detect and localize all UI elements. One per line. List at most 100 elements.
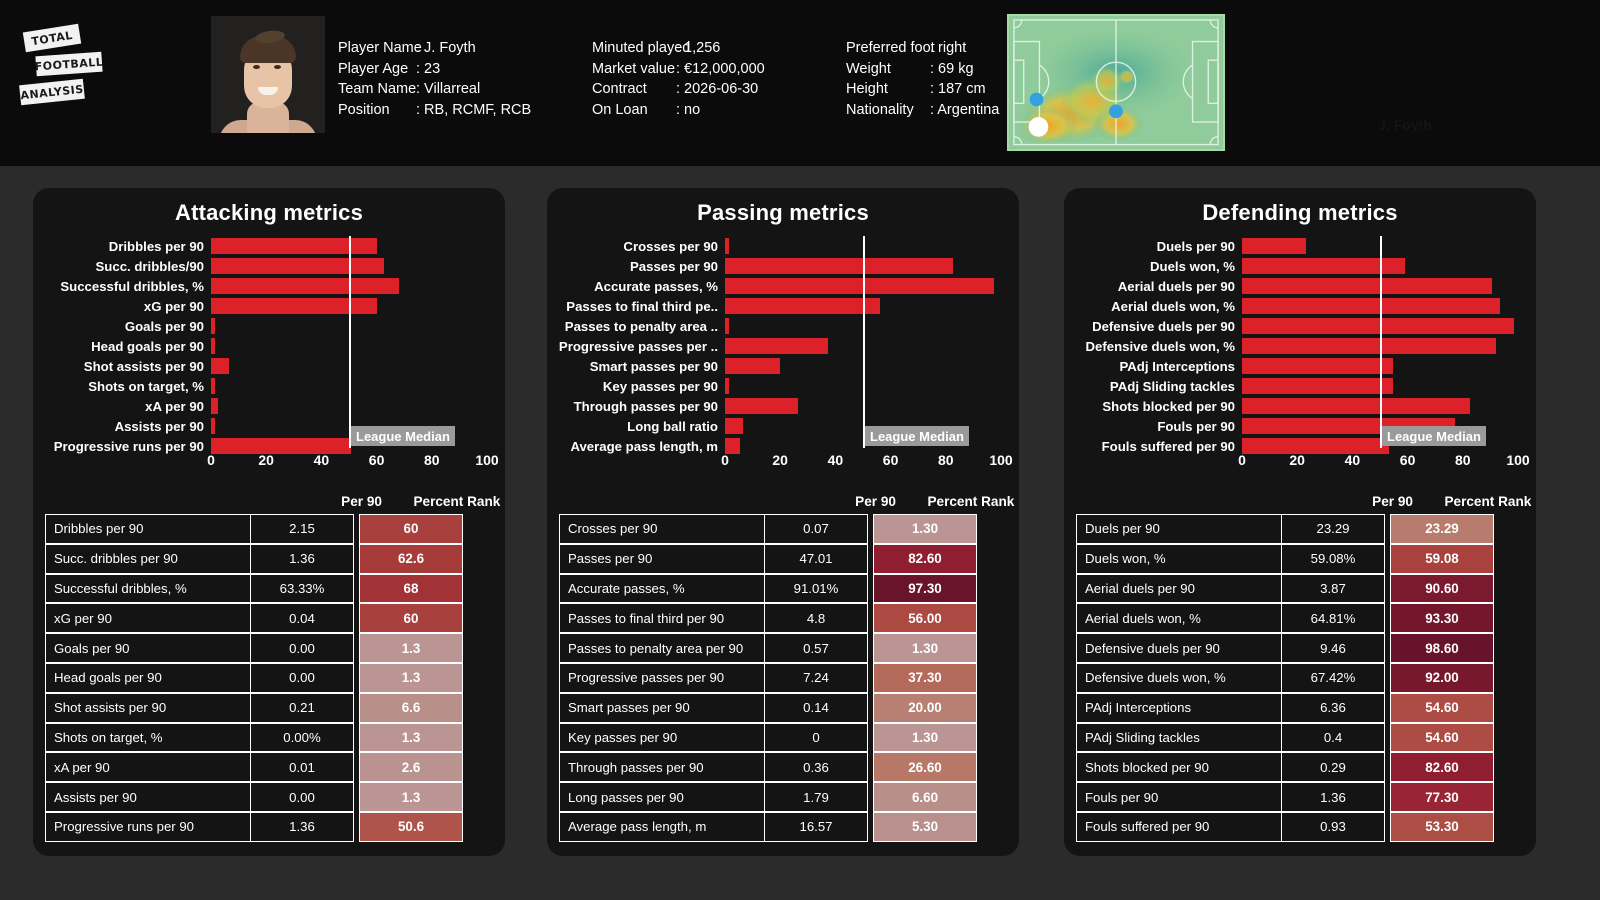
table-cell-per90: 0.00: [250, 662, 354, 693]
x-axis-tick: 60: [368, 452, 385, 468]
player-info-row: Height: 187 cm: [846, 79, 999, 100]
league-median-line: [349, 236, 351, 448]
table-cell-percent-rank: 1.30: [873, 514, 977, 544]
table-cell-metric: Crosses per 90: [559, 514, 764, 544]
table-cell-metric: Through passes per 90: [559, 752, 764, 783]
player-info-value: : 187 cm: [930, 81, 986, 97]
table-row: Through passes per 90 0.36 26.60: [547, 752, 1019, 783]
bar-value: [725, 238, 729, 254]
table-cell-per90: 1.36: [250, 811, 354, 842]
bar-value: [211, 238, 377, 254]
table-cell-percent-rank: 60: [359, 603, 463, 634]
player-info-value: : Argentina: [930, 101, 1000, 118]
table-cell-per90: 0.14: [764, 692, 868, 723]
bar-row: Crosses per 90: [547, 236, 1019, 256]
table-cell-percent-rank: 5.30: [873, 811, 977, 842]
player-info-key: Minuted played: [592, 40, 691, 56]
bar-row: Duels won, %: [1064, 256, 1536, 276]
bar-row: Passes per 90: [547, 256, 1019, 276]
table-header-per90: Per 90: [855, 493, 896, 509]
player-info-value: : 23: [416, 60, 441, 77]
x-axis-tick: 0: [1238, 452, 1246, 468]
table-cell-metric: Goals per 90: [45, 633, 250, 663]
bar-label: xA per 90: [145, 398, 204, 414]
player-info-row: Market value: €12,000,000: [592, 59, 765, 80]
heatmap-marker-blue-2: [1109, 104, 1123, 119]
player-info-value: : RB, RCMF, RCB: [416, 101, 532, 118]
table-row: Smart passes per 90 0.14 20.00: [547, 692, 1019, 723]
table-cell-per90: 16.57: [764, 811, 868, 842]
player-info-key: Player Age: [338, 60, 409, 77]
bar-value: [725, 418, 744, 434]
table-row: xG per 90 0.04 60: [33, 603, 505, 634]
table-cell-per90: 1.36: [1281, 782, 1385, 812]
table-row: Succ. dribbles per 90 1.36 62.6: [33, 543, 505, 574]
player-info-column-3: Preferred foot: right Weight: 69 kg Height…: [846, 38, 999, 120]
table-cell-metric: Smart passes per 90: [559, 692, 764, 723]
table-row: Duels won, % 59.08% 59.08: [1064, 543, 1536, 574]
bar-label: Duels won, %: [1150, 258, 1235, 274]
table-row: Fouls per 90 1.36 77.30: [1064, 782, 1536, 812]
bar-value: [211, 298, 377, 314]
bar-row: Key passes per 90: [547, 376, 1019, 396]
bar-label: Shots on target, %: [88, 378, 204, 394]
bar-value: [725, 398, 799, 414]
table-cell-percent-rank: 62.6: [359, 543, 463, 574]
table-row: Fouls suffered per 90 0.93 53.30: [1064, 811, 1536, 842]
bar-chart-passing: Crosses per 90 Passes per 90 Accurate pass…: [547, 236, 1019, 481]
bar-value: [1242, 378, 1393, 394]
table-cell-per90: 2.15: [250, 514, 354, 544]
player-info-column-1: Player Name: J. Foyth Player Age: 23 Team …: [338, 38, 531, 120]
bar-label: Accurate passes, %: [594, 278, 718, 294]
watermark-player-name: J. Foyth: [1378, 117, 1432, 133]
bar-label: Smart passes per 90: [589, 358, 718, 374]
table-cell-metric: PAdj Sliding tackles: [1076, 722, 1281, 753]
table-cell-per90: 67.42%: [1281, 662, 1385, 693]
bar-row: Duels per 90: [1064, 236, 1536, 256]
bar-row: PAdj Interceptions: [1064, 356, 1536, 376]
bar-row: Defensive duels per 90: [1064, 316, 1536, 336]
table-cell-percent-rank: 1.3: [359, 662, 463, 693]
table-cell-metric: Assists per 90: [45, 782, 250, 812]
player-info-row: Contract: 2026-06-30: [592, 79, 765, 100]
bar-label: Fouls suffered per 90: [1101, 438, 1235, 454]
bar-value: [725, 318, 729, 334]
x-axis-tick: 60: [882, 452, 899, 468]
metrics-table-defending: Per 90 Percent Rank Duels per 90 23.29 23.29…: [1064, 488, 1536, 842]
table-row: Duels per 90 23.29 23.29: [1064, 514, 1536, 544]
x-axis-tick: 100: [475, 452, 499, 468]
heatmap-marker-white: [1028, 117, 1049, 137]
x-axis-tick: 100: [1506, 452, 1530, 468]
bar-value: [1242, 398, 1470, 414]
table-cell-per90: 47.01: [764, 543, 868, 574]
bar-row: Shot assists per 90: [33, 356, 505, 376]
table-row: Shots blocked per 90 0.29 82.60: [1064, 752, 1536, 783]
table-cell-metric: Key passes per 90: [559, 722, 764, 753]
table-cell-per90: 1.36: [250, 543, 354, 574]
player-info-row: Player Name: J. Foyth: [338, 38, 531, 59]
bar-row: Defensive duels won, %: [1064, 336, 1536, 356]
brand-logo-line1: TOTAL: [22, 23, 82, 53]
bar-label: Shot assists per 90: [83, 358, 204, 374]
bar-label: xG per 90: [143, 298, 204, 314]
bar-value: [211, 278, 399, 294]
table-cell-percent-rank: 1.30: [873, 722, 977, 753]
table-row: Passes to penalty area per 90 0.57 1.30: [547, 633, 1019, 663]
table-cell-metric: Long passes per 90: [559, 782, 764, 812]
bar-label: Through passes per 90: [573, 398, 718, 414]
x-axis-tick: 0: [207, 452, 215, 468]
table-cell-per90: 91.01%: [764, 573, 868, 604]
table-row: Shot assists per 90 0.21 6.6: [33, 692, 505, 723]
table-cell-metric: Duels per 90: [1076, 514, 1281, 544]
table-cell-percent-rank: 54.60: [1390, 692, 1494, 723]
position-heatmap: [1007, 14, 1225, 151]
bar-value: [211, 398, 219, 414]
player-info-row: Player Age : 23: [338, 59, 531, 80]
x-axis-tick: 60: [1399, 452, 1416, 468]
table-cell-percent-rank: 26.60: [873, 752, 977, 783]
bar-row: xA per 90: [33, 396, 505, 416]
player-info-value: : J. Foyth: [416, 40, 476, 56]
table-row: Defensive duels per 90 9.46 98.60: [1064, 633, 1536, 663]
bar-chart-attacking: Dribbles per 90 Succ. dribbles/90 Successf…: [33, 236, 505, 481]
table-cell-metric: Defensive duels per 90: [1076, 633, 1281, 663]
